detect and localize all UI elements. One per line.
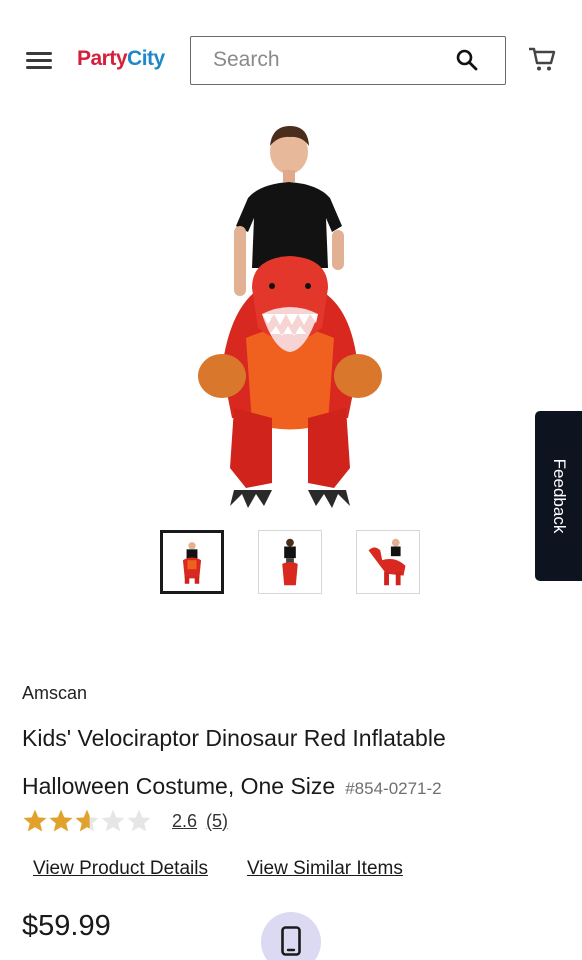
view-similar-items-link[interactable]: View Similar Items — [247, 858, 403, 880]
inflatable-dinosaur-costume-image[interactable] — [190, 118, 390, 518]
search-box — [190, 36, 506, 85]
phone-icon — [281, 926, 301, 956]
thumbnail-side-view[interactable] — [356, 530, 420, 594]
hamburger-menu-icon[interactable] — [26, 50, 54, 72]
phone-contact-button[interactable] — [261, 912, 321, 960]
rating-value[interactable]: 2.6 — [172, 811, 197, 832]
search-input[interactable] — [191, 37, 451, 83]
star-icon — [49, 809, 73, 832]
star-icon — [127, 809, 151, 832]
view-product-details-link[interactable]: View Product Details — [33, 858, 208, 880]
cart-icon[interactable] — [527, 44, 557, 74]
thumbnail-strip — [160, 530, 422, 596]
product-sku: #854-0271-2 — [345, 779, 442, 798]
star-icon — [23, 809, 47, 832]
search-icon[interactable] — [455, 48, 479, 72]
thumbnail-front-view[interactable] — [160, 530, 224, 594]
site-header: PartyCity — [0, 0, 582, 110]
product-title-line2: Halloween Costume, One Size — [22, 773, 336, 799]
feedback-tab[interactable]: Feedback — [535, 411, 582, 581]
star-icon — [101, 809, 125, 832]
product-brand[interactable]: Amscan — [22, 683, 87, 704]
feedback-label: Feedback — [549, 458, 569, 534]
party-city-logo[interactable]: PartyCity — [77, 47, 165, 71]
star-rating — [22, 808, 152, 834]
star-icon — [75, 809, 99, 832]
review-count[interactable]: (5) — [206, 811, 228, 832]
product-title: Kids' Velociraptor Dinosaur Red Inflatab… — [22, 714, 522, 813]
product-links: View Product Details View Similar Items — [33, 858, 403, 880]
product-title-line1: Kids' Velociraptor Dinosaur Red Inflatab… — [22, 725, 446, 751]
product-price: $59.99 — [22, 910, 111, 942]
thumbnail-back-view[interactable] — [258, 530, 322, 594]
product-rating[interactable]: 2.6 (5) — [22, 806, 228, 836]
